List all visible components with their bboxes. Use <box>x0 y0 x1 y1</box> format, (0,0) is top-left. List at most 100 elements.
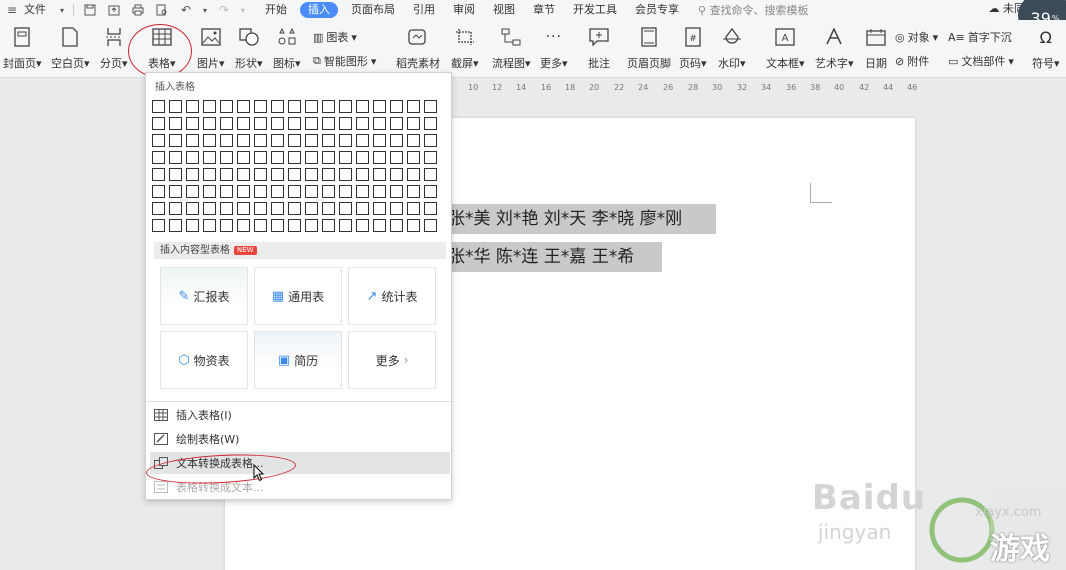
undo-icon[interactable]: ↶ <box>179 3 193 17</box>
word-art-button[interactable]: 艺术字▾ <box>815 26 854 71</box>
grid-cell[interactable] <box>424 134 437 147</box>
command-search[interactable]: ⚲ 查找命令、搜索模板 <box>698 2 809 18</box>
grid-cell[interactable] <box>169 100 182 113</box>
grid-cell[interactable] <box>356 100 369 113</box>
page-break-button[interactable]: 分页▾ <box>100 26 128 71</box>
statistics-table-card[interactable]: ↗ 统计表 <box>348 267 436 325</box>
grid-cell[interactable] <box>203 117 216 130</box>
grid-cell[interactable] <box>288 117 301 130</box>
grid-cell[interactable] <box>288 202 301 215</box>
grid-cell[interactable] <box>169 134 182 147</box>
grid-cell[interactable] <box>322 219 335 232</box>
picture-button[interactable]: 图片▾ <box>197 26 225 71</box>
grid-cell[interactable] <box>390 117 403 130</box>
grid-cell[interactable] <box>203 168 216 181</box>
grid-cell[interactable] <box>373 219 386 232</box>
grid-cell[interactable] <box>220 100 233 113</box>
hamburger-icon[interactable]: ≡ <box>5 3 19 17</box>
table-size-grid[interactable] <box>152 100 437 232</box>
chevron-down-icon[interactable]: ▾ <box>236 3 250 17</box>
grid-cell[interactable] <box>203 100 216 113</box>
grid-cell[interactable] <box>254 185 267 198</box>
page-number-button[interactable]: # 页码▾ <box>679 26 707 71</box>
grid-cell[interactable] <box>271 117 284 130</box>
grid-cell[interactable] <box>322 117 335 130</box>
grid-cell[interactable] <box>288 219 301 232</box>
grid-cell[interactable] <box>186 202 199 215</box>
grid-cell[interactable] <box>271 219 284 232</box>
grid-cell[interactable] <box>203 202 216 215</box>
grid-cell[interactable] <box>271 185 284 198</box>
grid-cell[interactable] <box>407 117 420 130</box>
grid-cell[interactable] <box>237 185 250 198</box>
grid-cell[interactable] <box>407 134 420 147</box>
grid-cell[interactable] <box>152 151 165 164</box>
selected-text-line-1[interactable]: 张*美 刘*艳 刘*天 李*晓 廖*刚 <box>442 204 716 234</box>
report-table-card[interactable]: ✎ 汇报表 <box>160 267 248 325</box>
object-button[interactable]: ◎ 对象 ▾ <box>895 29 938 45</box>
symbol-button[interactable]: Ω 符号▾ <box>1032 26 1060 71</box>
tab-view[interactable]: 视图 <box>484 0 524 20</box>
tab-references[interactable]: 引用 <box>404 0 444 20</box>
grid-cell[interactable] <box>339 185 352 198</box>
grid-cell[interactable] <box>288 134 301 147</box>
grid-cell[interactable] <box>373 100 386 113</box>
resume-card[interactable]: ▣ 简历 <box>254 331 342 389</box>
more-button[interactable]: ··· 更多▾ <box>540 26 568 71</box>
chevron-down-icon[interactable]: ▾ <box>55 3 69 17</box>
grid-cell[interactable] <box>305 117 318 130</box>
grid-cell[interactable] <box>169 117 182 130</box>
grid-cell[interactable] <box>322 100 335 113</box>
grid-cell[interactable] <box>186 185 199 198</box>
grid-cell[interactable] <box>271 100 284 113</box>
grid-cell[interactable] <box>237 134 250 147</box>
grid-cell[interactable] <box>186 219 199 232</box>
grid-cell[interactable] <box>339 117 352 130</box>
grid-cell[interactable] <box>169 168 182 181</box>
grid-cell[interactable] <box>254 100 267 113</box>
grid-cell[interactable] <box>237 219 250 232</box>
grid-cell[interactable] <box>288 100 301 113</box>
grid-cell[interactable] <box>322 168 335 181</box>
grid-cell[interactable] <box>237 117 250 130</box>
grid-cell[interactable] <box>203 134 216 147</box>
grid-cell[interactable] <box>322 202 335 215</box>
grid-cell[interactable] <box>186 151 199 164</box>
grid-cell[interactable] <box>407 185 420 198</box>
grid-cell[interactable] <box>220 117 233 130</box>
grid-cell[interactable] <box>237 202 250 215</box>
screenshot-button[interactable]: 截屏▾ <box>451 26 479 71</box>
grid-cell[interactable] <box>373 151 386 164</box>
watermark-button[interactable]: 水印▾ <box>718 26 746 71</box>
grid-cell[interactable] <box>356 151 369 164</box>
print-icon[interactable] <box>131 3 145 17</box>
comment-button[interactable]: 批注 <box>588 26 610 71</box>
grid-cell[interactable] <box>254 202 267 215</box>
grid-cell[interactable] <box>356 219 369 232</box>
grid-cell[interactable] <box>356 168 369 181</box>
grid-cell[interactable] <box>424 185 437 198</box>
grid-cell[interactable] <box>237 100 250 113</box>
grid-cell[interactable] <box>356 117 369 130</box>
grid-cell[interactable] <box>220 168 233 181</box>
more-tables-card[interactable]: 更多 › <box>348 331 436 389</box>
grid-cell[interactable] <box>237 151 250 164</box>
grid-cell[interactable] <box>373 202 386 215</box>
grid-cell[interactable] <box>271 202 284 215</box>
grid-cell[interactable] <box>339 100 352 113</box>
grid-cell[interactable] <box>169 151 182 164</box>
grid-cell[interactable] <box>152 202 165 215</box>
grid-cell[interactable] <box>390 134 403 147</box>
redo-icon[interactable]: ↷ <box>217 3 231 17</box>
tab-review[interactable]: 审阅 <box>444 0 484 20</box>
grid-cell[interactable] <box>152 117 165 130</box>
insert-table-item[interactable]: 插入表格(I) <box>150 404 450 426</box>
grid-cell[interactable] <box>322 151 335 164</box>
tab-page-layout[interactable]: 页面布局 <box>342 0 404 20</box>
date-button[interactable]: 日期 <box>865 26 887 71</box>
flowchart-button[interactable]: 流程图▾ <box>492 26 531 71</box>
general-table-card[interactable]: ▦ 通用表 <box>254 267 342 325</box>
grid-cell[interactable] <box>339 168 352 181</box>
grid-cell[interactable] <box>407 151 420 164</box>
grid-cell[interactable] <box>305 134 318 147</box>
